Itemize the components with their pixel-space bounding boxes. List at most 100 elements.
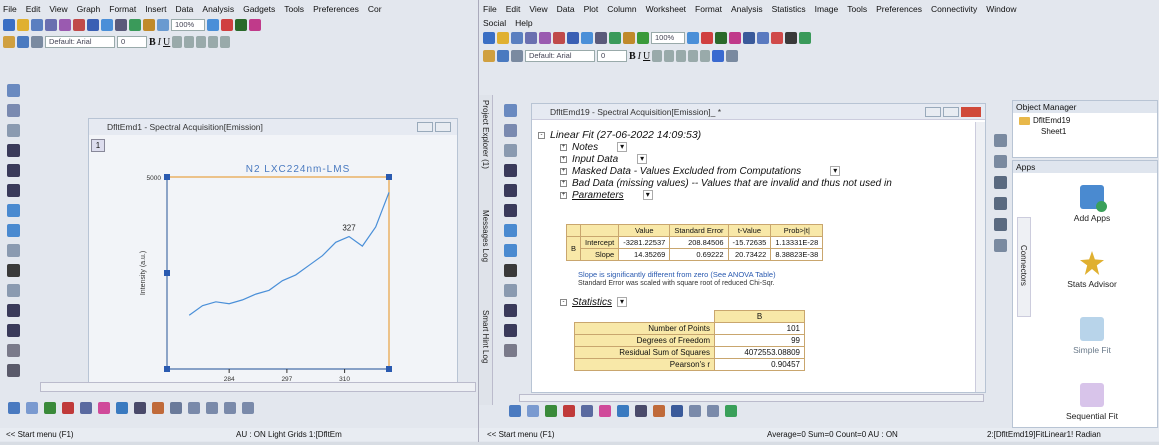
line-tool-icon[interactable] xyxy=(503,324,517,337)
zoom-combo[interactable]: 100% xyxy=(171,19,205,31)
link-icon[interactable] xyxy=(17,36,29,48)
screen-reader-tool-icon[interactable] xyxy=(503,184,517,197)
simple-fit-label[interactable]: Simple Fit xyxy=(1037,345,1147,355)
report-header[interactable]: - Linear Fit (27-06-2022 14:09:53) xyxy=(538,129,974,141)
polar-plot-icon[interactable] xyxy=(134,402,146,414)
right-menu-connectivity[interactable]: Connectivity xyxy=(931,4,977,14)
smart-hint-log-tab[interactable]: Smart Hint Log xyxy=(481,310,490,363)
contour-plot-icon[interactable] xyxy=(617,405,629,417)
left-menu-data[interactable]: Data xyxy=(175,4,193,14)
line-plot-icon[interactable] xyxy=(509,405,521,417)
script-window-icon[interactable] xyxy=(757,32,769,44)
rectangle-tool-icon[interactable] xyxy=(6,344,20,357)
italic-button[interactable]: I xyxy=(158,37,161,48)
save-template-icon[interactable] xyxy=(581,32,593,44)
greek-icon[interactable] xyxy=(676,50,687,62)
object-manager-item-book[interactable]: DfltEmd19 xyxy=(1033,116,1070,125)
stats-plot-icon[interactable] xyxy=(80,402,92,414)
superscript-icon[interactable] xyxy=(172,36,183,48)
area-plot-icon[interactable] xyxy=(98,402,110,414)
report-section[interactable]: + Notes ▾ xyxy=(560,141,974,153)
expand-icon[interactable]: + xyxy=(560,143,567,151)
chevron-down-icon[interactable]: ▾ xyxy=(637,154,648,164)
object-manager-item-sheet[interactable]: Sheet1 xyxy=(1013,125,1157,136)
merge-icon[interactable] xyxy=(206,402,218,414)
right-menu-statistics[interactable]: Statistics xyxy=(772,4,806,14)
fill-color-icon[interactable] xyxy=(712,50,725,62)
new-graph-icon[interactable] xyxy=(525,32,537,44)
left-menu-tools[interactable]: Tools xyxy=(284,4,304,14)
column-plot-icon[interactable] xyxy=(62,402,74,414)
sequential-fit-icon[interactable] xyxy=(1080,383,1104,407)
data-reader-icon[interactable] xyxy=(249,19,261,31)
report-section[interactable]: + Bad Data (missing values) -- Values tha… xyxy=(560,177,974,189)
arrange-icon[interactable] xyxy=(725,405,737,417)
left-menu-format[interactable]: Format xyxy=(109,4,136,14)
font-color-icon[interactable] xyxy=(483,50,495,62)
minimize-button[interactable] xyxy=(925,107,941,117)
subscript-icon[interactable] xyxy=(184,36,195,48)
chevron-down-icon[interactable]: ▾ xyxy=(617,142,628,152)
connectors-tab[interactable]: Connectors xyxy=(1019,245,1028,286)
right-menu-edit[interactable]: Edit xyxy=(506,4,521,14)
arrow-tool-icon[interactable] xyxy=(503,304,517,317)
graph-icon[interactable] xyxy=(993,134,1007,147)
region-tool-icon[interactable] xyxy=(6,244,20,257)
pen-icon[interactable] xyxy=(511,50,523,62)
left-menu-preferences[interactable]: Preferences xyxy=(313,4,359,14)
zoom-in-icon[interactable] xyxy=(207,19,219,31)
arrange-icon[interactable] xyxy=(224,402,236,414)
right-menu-data[interactable]: Data xyxy=(557,4,575,14)
bracket-icon[interactable] xyxy=(993,239,1007,252)
data-reader-tool-icon[interactable] xyxy=(503,164,517,177)
mask-tool-icon[interactable] xyxy=(503,244,517,257)
add-app-icon[interactable] xyxy=(799,32,811,44)
report-section[interactable]: + Parameters ▾ xyxy=(560,189,974,201)
subscript-icon[interactable] xyxy=(664,50,675,62)
right-menu-view[interactable]: View xyxy=(529,4,547,14)
copy-page-icon[interactable] xyxy=(143,19,155,31)
bold-button[interactable]: B xyxy=(149,37,156,48)
arrow-tool-icon[interactable] xyxy=(6,304,20,317)
font-color-icon[interactable] xyxy=(3,36,15,48)
add-apps-label[interactable]: Add Apps xyxy=(1037,213,1147,223)
refresh-icon[interactable] xyxy=(637,32,649,44)
area-plot-icon[interactable] xyxy=(599,405,611,417)
left-start-menu[interactable]: << Start menu (F1) xyxy=(6,430,236,439)
right-menu-tools[interactable]: Tools xyxy=(847,4,867,14)
extract-icon[interactable] xyxy=(242,402,254,414)
right-menu-preferences[interactable]: Preferences xyxy=(876,4,922,14)
polar-plot-icon[interactable] xyxy=(635,405,647,417)
matrix-icon[interactable] xyxy=(993,218,1007,231)
report-section[interactable]: + Masked Data - Values Excluded from Comp… xyxy=(560,165,974,177)
results-log-icon[interactable] xyxy=(743,32,755,44)
left-bottom-scrollbar[interactable] xyxy=(40,382,476,392)
open-icon[interactable] xyxy=(17,19,29,31)
pointer-tool-icon[interactable] xyxy=(503,104,517,117)
collapse-icon[interactable]: - xyxy=(538,131,545,139)
3d-plot-icon[interactable] xyxy=(152,402,164,414)
rectangle-tool-icon[interactable] xyxy=(503,344,517,357)
right-menu-image[interactable]: Image xyxy=(815,4,839,14)
greek-icon[interactable] xyxy=(196,36,207,48)
underline-button[interactable]: U xyxy=(163,37,170,48)
save-icon[interactable] xyxy=(567,32,579,44)
refresh-icon[interactable] xyxy=(157,19,169,31)
chevron-down-icon[interactable]: ▾ xyxy=(830,166,841,176)
right-menu-format[interactable]: Format xyxy=(695,4,722,14)
graph-canvas[interactable]: N2 LXC224nm-LMSWavelength (nm)Intensity … xyxy=(89,119,457,387)
scale-tool-icon[interactable] xyxy=(6,124,20,137)
stats-plot-icon[interactable] xyxy=(581,405,593,417)
underline-button[interactable]: U xyxy=(643,51,650,62)
italic-button[interactable]: I xyxy=(638,51,641,62)
font-size-combo[interactable]: 0 xyxy=(117,36,147,48)
align-icon[interactable] xyxy=(700,50,711,62)
brush-tool-icon[interactable] xyxy=(503,224,517,237)
print-icon[interactable] xyxy=(115,19,127,31)
print-icon[interactable] xyxy=(595,32,607,44)
font-size-combo[interactable]: 0 xyxy=(597,50,627,62)
copy-page-icon[interactable] xyxy=(623,32,635,44)
chevron-down-icon[interactable]: ▾ xyxy=(642,190,653,200)
expand-icon[interactable]: + xyxy=(560,167,567,175)
data-reader-icon[interactable] xyxy=(729,32,741,44)
